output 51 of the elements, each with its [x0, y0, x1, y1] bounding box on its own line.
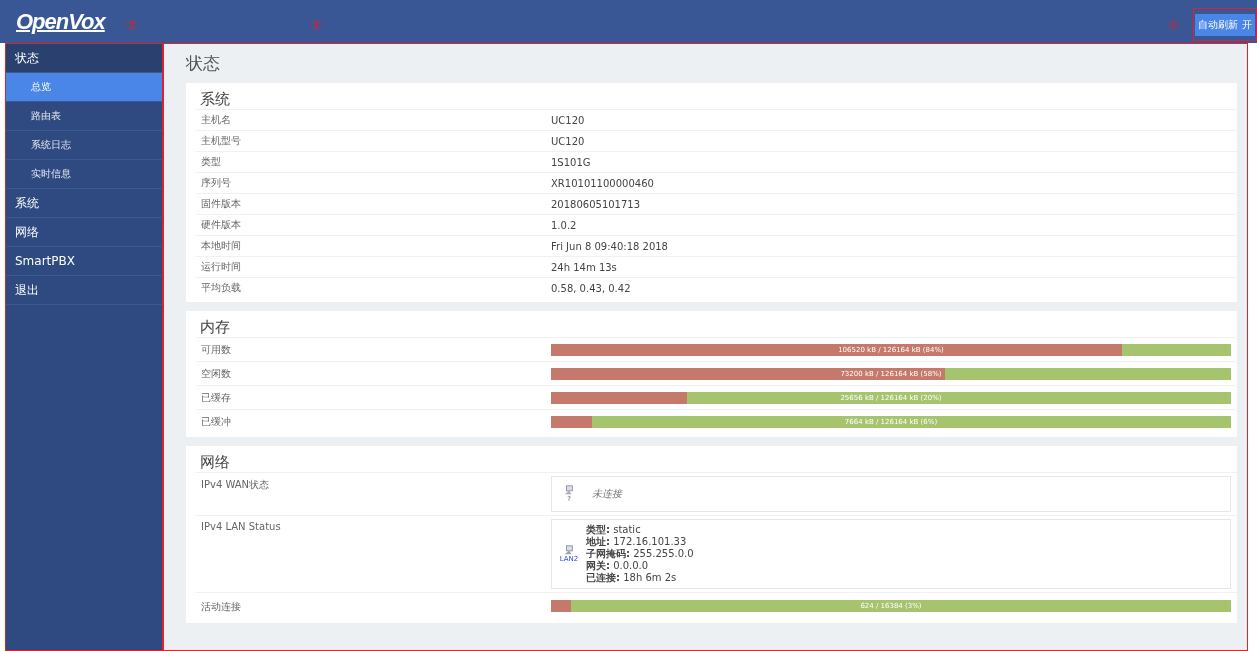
sidebar-item[interactable]: 总览: [6, 73, 162, 102]
field-label: IPv4 WAN状态: [200, 478, 271, 492]
field-label: 主机名: [200, 113, 232, 127]
field-value: XR10101100000460: [551, 177, 654, 189]
status-line: 网关: 0.0.0.0: [586, 560, 650, 572]
field-value: 20180605101713: [551, 198, 641, 210]
sidebar-section[interactable]: 网络: [6, 218, 162, 247]
field-value: Fri Jun 8 09:40:18 2018: [551, 240, 668, 252]
section-title: 系统: [200, 90, 231, 109]
annotation-number: ③: [310, 18, 322, 33]
status-line: 地址: 172.16.101.33: [586, 536, 688, 548]
annotation-number: ①: [1168, 18, 1180, 33]
field-value: UC120: [551, 114, 585, 126]
field-label: 本地时间: [200, 239, 242, 253]
field-label: 序列号: [200, 176, 232, 190]
field-label: 已缓冲: [200, 414, 232, 429]
field-label: 已缓存: [200, 390, 232, 405]
field-value: 1S101G: [551, 156, 591, 168]
network-icon: [564, 545, 574, 555]
field-label: 固件版本: [200, 197, 242, 211]
field-label: IPv4 LAN Status: [200, 520, 282, 532]
field-label: 主机型号: [200, 134, 242, 148]
status-text: 未连接: [592, 487, 622, 501]
network-icon: [564, 485, 574, 495]
section-title: 网络: [200, 453, 231, 472]
field-value: UC120: [551, 135, 585, 147]
section-title: 内存: [200, 318, 231, 337]
field-label: 活动连接: [200, 600, 242, 614]
field-value: 1.0.2: [551, 219, 577, 231]
logo: OpenVox: [16, 8, 105, 35]
sidebar-item[interactable]: 路由表: [6, 102, 162, 131]
field-label: 平均负载: [200, 281, 242, 295]
status-line: 类型: static: [586, 524, 642, 536]
annotation-number: ②: [126, 18, 138, 33]
sidebar-item[interactable]: 系统日志: [6, 131, 162, 160]
page-title: 状态: [186, 52, 221, 75]
field-label: 空闲数: [200, 366, 232, 381]
field-label: 运行时间: [200, 260, 242, 274]
sidebar-section[interactable]: SmartPBX: [6, 247, 162, 276]
status-line: 已连接: 18h 6m 2s: [586, 572, 678, 584]
field-label: 可用数: [200, 342, 232, 357]
field-value: 24h 14m 13s: [551, 261, 617, 273]
field-label: 类型: [200, 155, 222, 169]
sidebar-section[interactable]: 状态: [6, 44, 162, 73]
field-value: 0.58, 0.43, 0.42: [551, 282, 631, 294]
sidebar-section[interactable]: 退出: [6, 276, 162, 305]
sidebar-item[interactable]: 实时信息: [6, 160, 162, 189]
sidebar-section[interactable]: 系统: [6, 189, 162, 218]
status-line: 子网掩码: 255.255.0.0: [586, 548, 694, 560]
auto-refresh-button[interactable]: 自动刷新 开: [1195, 13, 1255, 36]
field-label: 硬件版本: [200, 218, 242, 232]
